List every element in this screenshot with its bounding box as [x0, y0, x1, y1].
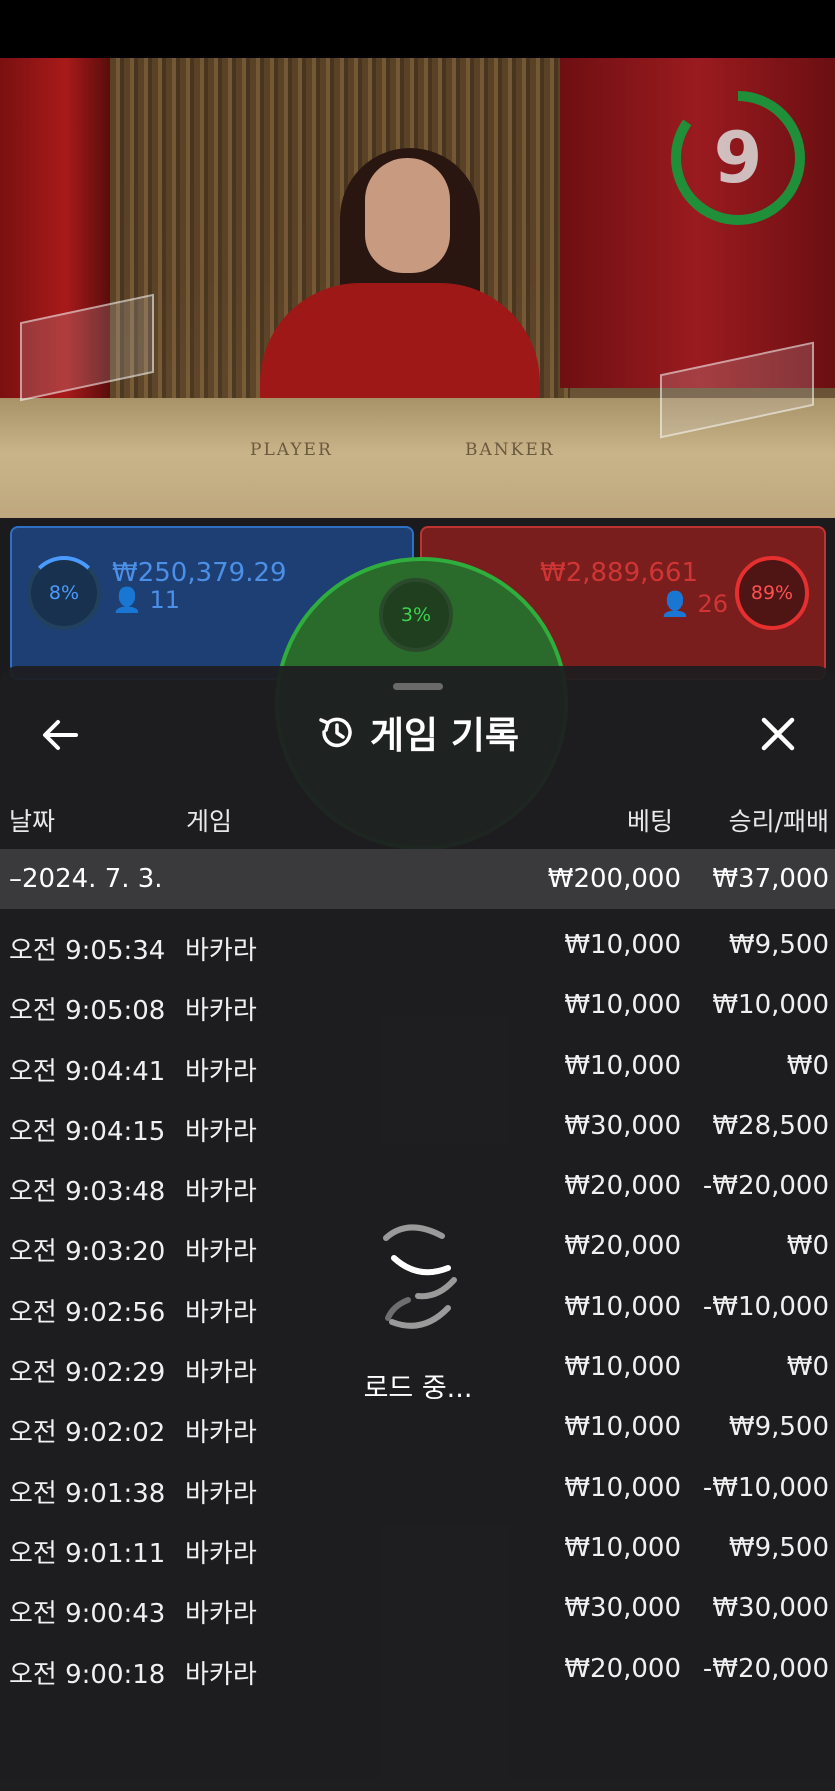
page-title: 게임 기록 [369, 714, 520, 757]
status-bar [0, 0, 835, 58]
history-row[interactable]: 오전 9:04:41 바카라 ₩10,000 ₩0 [0, 1035, 835, 1095]
column-header-date: 날짜 [9, 807, 56, 836]
user-icon: 👤 [660, 590, 690, 618]
history-row[interactable]: 오전 9:01:11 바카라 ₩10,000 ₩9,500 [0, 1517, 835, 1577]
history-row[interactable]: 오전 9:00:43 바카라 ₩30,000 ₩30,000 [0, 1577, 835, 1637]
date-group-bet-total: ₩200,000 [547, 864, 681, 894]
history-row[interactable]: 오전 9:03:48 바카라 ₩20,000 -₩20,000 [0, 1155, 835, 1215]
history-row[interactable]: 오전 9:05:08 바카라 ₩10,000 ₩10,000 [0, 974, 835, 1034]
history-icon [319, 717, 352, 748]
date-group-label: –2024. 7. 3. [9, 864, 163, 894]
banker-percent: 89% [735, 556, 809, 630]
player-count: 👤 11 [112, 586, 181, 614]
tie-percent: 3% [379, 578, 453, 652]
banker-count: 👤 26 [660, 590, 729, 618]
date-group-win-loss-total: ₩37,000 [712, 864, 829, 894]
history-row[interactable]: 오전 9:00:18 바카라 ₩20,000 -₩20,000 [0, 1638, 835, 1698]
player-total-amount: ₩250,379.29 [112, 558, 287, 588]
column-header-win-loss: 승리/패배 [728, 807, 829, 836]
sheet-header: 게임 기록 [0, 700, 835, 764]
column-header-game: 게임 [186, 807, 233, 836]
history-row[interactable]: 오전 9:04:15 바카라 ₩30,000 ₩28,500 [0, 1095, 835, 1155]
banker-total-amount: ₩2,889,661 [540, 558, 699, 588]
sheet-drag-handle[interactable] [393, 683, 443, 690]
spinner-icon [383, 1224, 457, 1329]
countdown-timer: 9 [713, 117, 763, 199]
user-icon: 👤 [112, 586, 142, 614]
close-icon[interactable] [752, 708, 804, 760]
history-row[interactable]: 오전 9:02:02 바카라 ₩10,000 ₩9,500 [0, 1396, 835, 1456]
history-row[interactable]: 오전 9:01:38 바카라 ₩10,000 -₩10,000 [0, 1457, 835, 1517]
player-percent: 8% [27, 556, 101, 630]
history-row[interactable]: 오전 9:05:34 바카라 ₩10,000 ₩9,500 [0, 914, 835, 974]
column-header-bet: 베팅 [626, 807, 673, 836]
table-label-banker: BANKER [465, 440, 555, 460]
loading-text: 로드 중... [363, 1373, 473, 1404]
table-label-player: PLAYER [250, 440, 333, 460]
